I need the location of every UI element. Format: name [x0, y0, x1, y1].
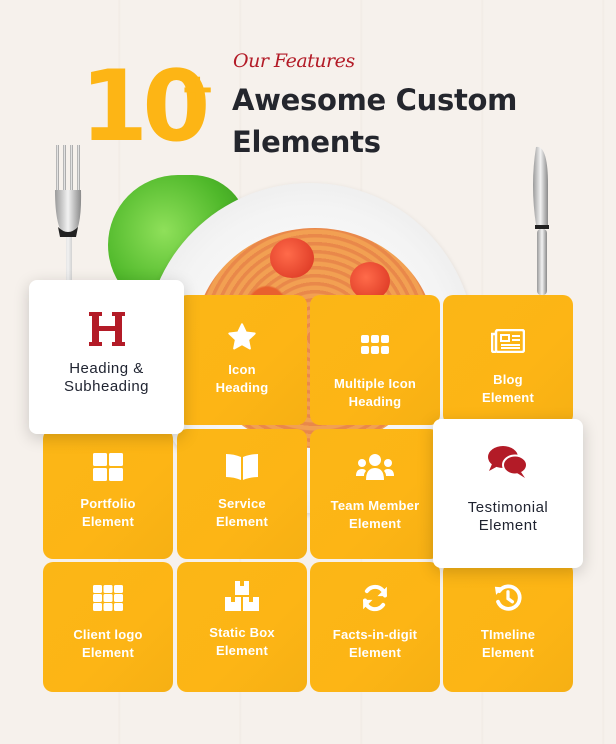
- tomato-image: [270, 238, 314, 278]
- feature-label-line2: Subheading: [63, 378, 150, 395]
- feature-tile-multiple-icon-heading[interactable]: Multiple Icon Heading: [310, 295, 440, 425]
- sync-icon: [360, 582, 390, 614]
- title-line-1: Awesome Custom: [232, 83, 518, 117]
- portfolio-grid-icon: [93, 451, 123, 483]
- feature-tile-timeline[interactable]: TImeline Element: [443, 562, 573, 692]
- feature-label-line2: Element: [478, 517, 538, 534]
- feature-label-line1: Client logo: [73, 627, 143, 642]
- feature-label-line1: Facts-in-digit: [332, 627, 418, 642]
- feature-tile-team-member[interactable]: Team Member Element: [310, 429, 440, 559]
- feature-count-plus: +: [180, 64, 216, 113]
- feature-label-line2: Element: [216, 514, 268, 529]
- grid-six-icon: [361, 329, 389, 361]
- boxes-icon: [225, 580, 259, 612]
- feature-tile-client-logo[interactable]: Client logo Element: [43, 562, 173, 692]
- section-eyebrow: Our Features: [233, 50, 355, 72]
- feature-label-line1: Multiple Icon: [333, 376, 417, 391]
- feature-label-line1: Static Box: [209, 625, 275, 640]
- feature-label-line2: Heading: [215, 380, 269, 395]
- feature-label-line2: Heading: [348, 394, 402, 409]
- feature-card-testimonial[interactable]: Testimonial Element: [433, 419, 583, 568]
- star-icon: [225, 321, 259, 353]
- feature-tile-service[interactable]: Service Element: [177, 429, 307, 559]
- feature-label-line2: Element: [82, 645, 134, 660]
- users-icon: [356, 451, 394, 483]
- grid-nine-icon: [93, 582, 123, 614]
- feature-tile-portfolio[interactable]: Portfolio Element: [43, 429, 173, 559]
- book-open-icon: [225, 451, 259, 483]
- section-title: Awesome Custom Elements: [232, 79, 517, 163]
- feature-label-line1: Team Member: [330, 498, 420, 513]
- feature-label-line2: Element: [349, 516, 401, 531]
- fork-icon: [55, 145, 82, 285]
- knife-icon: [533, 146, 549, 295]
- feature-label-line1: Icon: [228, 362, 256, 377]
- feature-label-line1: Service: [218, 496, 266, 511]
- feature-label-line2: Element: [82, 514, 134, 529]
- feature-card-heading-subheading[interactable]: Heading & Subheading: [29, 280, 184, 434]
- feature-tile-icon-heading[interactable]: Icon Heading: [177, 295, 307, 425]
- history-icon: [493, 582, 523, 614]
- feature-label-line2: Element: [349, 645, 401, 660]
- feature-label-line1: Portfolio: [80, 496, 136, 511]
- feature-tile-facts-in-digit[interactable]: Facts-in-digit Element: [310, 562, 440, 692]
- feature-label-line1: TImeline: [480, 627, 536, 642]
- feature-label-line1: Testimonial: [467, 499, 549, 516]
- feature-label-line2: Element: [482, 390, 534, 405]
- feature-tile-blog[interactable]: Blog Element: [443, 295, 573, 425]
- feature-label-line1: Blog: [493, 372, 523, 387]
- feature-label-line1: Heading &: [69, 360, 144, 377]
- feature-label-line2: Element: [216, 643, 268, 658]
- feature-tile-static-box[interactable]: Static Box Element: [177, 562, 307, 692]
- newspaper-icon: [491, 325, 525, 357]
- heading-h-icon: [88, 312, 125, 348]
- comments-icon: [487, 445, 529, 479]
- title-line-2: Elements: [232, 125, 381, 159]
- feature-label-line2: Element: [482, 645, 534, 660]
